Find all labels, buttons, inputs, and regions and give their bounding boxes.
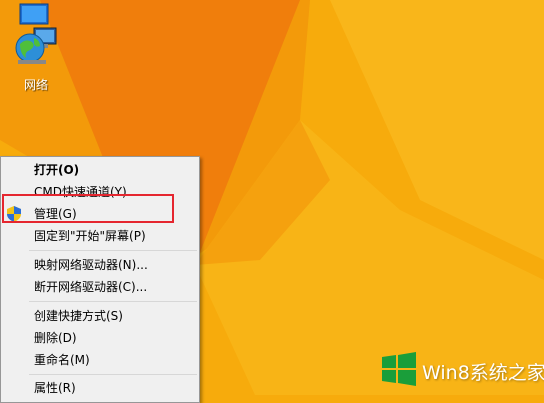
menu-item-pin-start[interactable]: 固定到"开始"屏幕(P) <box>1 225 199 247</box>
menu-separator <box>29 250 197 251</box>
menu-item-delete[interactable]: 删除(D) <box>1 327 199 349</box>
desktop: 网络 打开(O) CMD快速通道(Y) 管理(G) 固定到"开始"屏幕(P) 映… <box>0 0 544 403</box>
network-desktop-icon[interactable]: 网络 <box>4 24 68 93</box>
windows-logo-icon <box>382 352 416 386</box>
network-globe-icon <box>15 27 57 64</box>
menu-item-create-shortcut[interactable]: 创建快捷方式(S) <box>1 305 199 327</box>
menu-item-label: 断开网络驱动器(C)... <box>34 280 148 294</box>
menu-item-label: 属性(R) <box>34 381 76 395</box>
menu-separator <box>29 374 197 375</box>
menu-item-label: 固定到"开始"屏幕(P) <box>34 229 146 243</box>
menu-item-label: 创建快捷方式(S) <box>34 309 123 323</box>
this-pc-icon <box>19 3 49 25</box>
menu-item-properties[interactable]: 属性(R) <box>1 377 199 399</box>
menu-item-label: 打开(O) <box>34 163 80 177</box>
menu-item-rename[interactable]: 重命名(M) <box>1 349 199 371</box>
menu-item-map-drive[interactable]: 映射网络驱动器(N)... <box>1 254 199 276</box>
highlight-annotation-box <box>2 194 174 223</box>
watermark: Win8系统之家 <box>382 352 544 390</box>
watermark-text: Win8系统之家 <box>422 362 544 384</box>
menu-item-disconnect-drive[interactable]: 断开网络驱动器(C)... <box>1 276 199 298</box>
menu-item-label: 映射网络驱动器(N)... <box>34 258 148 272</box>
menu-item-open[interactable]: 打开(O) <box>1 159 199 181</box>
menu-item-label: 重命名(M) <box>34 353 90 367</box>
network-icon-label: 网络 <box>23 78 48 92</box>
menu-item-label: 删除(D) <box>34 331 77 345</box>
menu-separator <box>29 301 197 302</box>
